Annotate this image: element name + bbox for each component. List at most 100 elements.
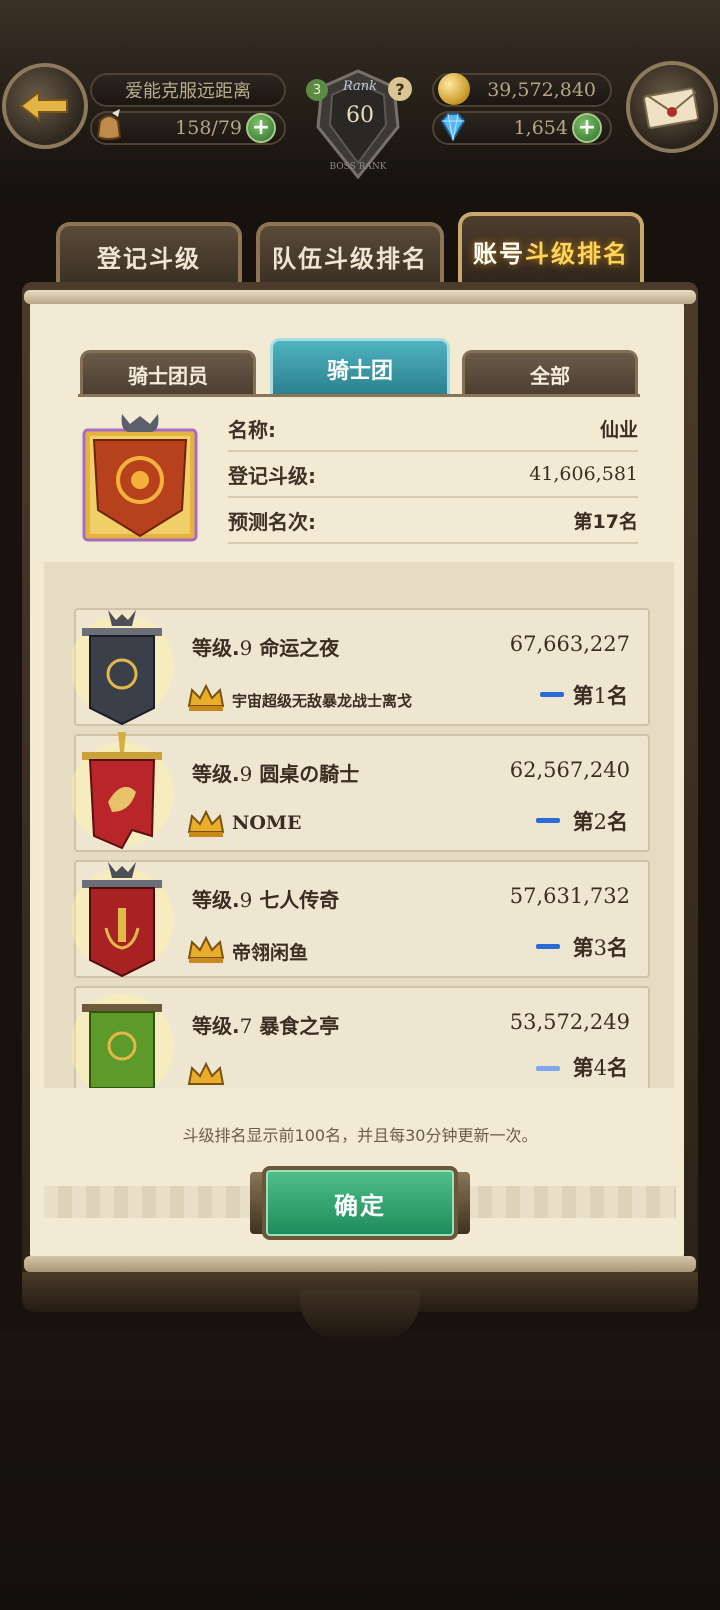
subtab-knights[interactable]: 骑士团: [270, 338, 450, 396]
guild-leader: NOME: [232, 812, 302, 834]
tab-account-ranking[interactable]: 账号 斗级排名: [458, 212, 644, 286]
rank-suffix: 名: [607, 810, 628, 834]
panel-bottom-ornament: [300, 1290, 420, 1340]
subtab-label: 骑士团: [326, 358, 393, 384]
level-prefix: 等级.: [192, 1014, 240, 1038]
bottom-background: [0, 1330, 720, 1610]
guild-rank-value: 第17名: [573, 510, 638, 533]
top-bar: 爱能克服远距离 158/79 + BOSS RANK Rank 60 3 ? 3…: [0, 55, 720, 180]
crown-icon: [187, 935, 225, 963]
guild-emblem-icon: [82, 414, 198, 542]
guild-banner-icon: [72, 610, 174, 726]
subtab-label: 全部: [530, 364, 570, 388]
help-icon[interactable]: ?: [388, 77, 412, 101]
ranking-row-3[interactable]: 等级.9 七人传奇 57,631,732 帝翎闲鱼 第3名: [72, 860, 650, 978]
scroll-rod-top: [24, 290, 696, 304]
level-prefix: 等级.: [192, 888, 240, 912]
rank-number: 2: [593, 810, 607, 834]
level-number: 7: [239, 1014, 253, 1038]
guild-banner-icon: [72, 862, 174, 978]
rank-number: 4: [593, 1056, 607, 1080]
guild-score: 67,663,227: [509, 632, 630, 656]
guild-level-label: 登记斗级:: [228, 463, 316, 488]
crown-icon: [187, 1061, 225, 1085]
guild-name: 圆桌の騎士: [259, 762, 360, 786]
guild-name-row: 名称: 仙业: [228, 406, 638, 452]
add-stamina-button[interactable]: +: [246, 113, 276, 143]
guild-level-name: 等级.9 命运之夜: [192, 632, 339, 661]
guild-level-name: 等级.7 暴食之亭: [192, 1010, 339, 1039]
guild-level-row: 登记斗级: 41,606,581: [228, 452, 638, 498]
back-button[interactable]: [2, 63, 88, 149]
guild-score: 62,567,240: [509, 758, 630, 782]
level-prefix: 等级.: [192, 762, 240, 786]
gold-coin-icon: [438, 73, 470, 105]
rank-prefix: 第: [572, 936, 594, 960]
ranking-row-1[interactable]: 等级.9 命运之夜 67,663,227 宇宙超级无敌暴龙战士离戈 第1名: [72, 608, 650, 726]
tab-team-ranking[interactable]: 队伍斗级排名: [256, 222, 444, 286]
crown-icon: [187, 809, 225, 837]
rank-suffix: 名: [607, 936, 628, 960]
scroll-rod-bottom: [24, 1256, 696, 1272]
guild-score: 53,572,249: [509, 1010, 630, 1034]
guild-score: 57,631,732: [509, 884, 630, 908]
add-gems-button[interactable]: +: [572, 113, 602, 143]
guild-rank-row: 预测名次: 第17名: [228, 498, 638, 544]
rank-change-indicator: [536, 1066, 560, 1071]
rank-change-indicator: [536, 818, 560, 823]
guild-name-value: 仙业: [599, 418, 638, 441]
ranking-row-2[interactable]: 等级.9 圆桌の騎士 62,567,240 NOME 第2名: [72, 732, 650, 852]
rank-prefix: 第: [572, 684, 594, 708]
level-number: 9: [239, 762, 253, 786]
rank-level: 60: [346, 103, 374, 128]
rank-change-indicator: [540, 692, 564, 697]
stamina-icon: [96, 109, 122, 140]
guild-rank: 第3名: [573, 932, 628, 962]
ranking-row-4[interactable]: 等级.7 暴食之亭 53,572,249 第4名: [72, 986, 650, 1088]
rank-change-indicator: [536, 944, 560, 949]
guild-leader: 帝翎闲鱼: [232, 942, 309, 964]
tab-register-level[interactable]: 登记斗级: [56, 222, 242, 286]
tab-label-part2: 斗级排名: [525, 239, 629, 268]
guild-rank: 第2名: [573, 806, 628, 836]
rank-prefix: 第: [572, 1056, 594, 1080]
tab-label: 队伍斗级排名: [272, 244, 428, 273]
notification-badge: 3: [306, 79, 328, 101]
banner-shape: [89, 1011, 155, 1088]
level-number: 9: [239, 636, 253, 660]
subtab-all[interactable]: 全部: [462, 350, 638, 396]
mail-button[interactable]: [626, 61, 718, 153]
level-number: 9: [239, 888, 253, 912]
back-arrow-icon: [19, 89, 68, 123]
guild-name: 命运之夜: [259, 636, 340, 660]
guild-level-name: 等级.9 圆桌の騎士: [192, 758, 359, 787]
crown-icon: [187, 683, 225, 711]
gem-icon: [440, 113, 466, 142]
guild-banner-icon: [72, 994, 174, 1088]
confirm-button[interactable]: 确定: [262, 1166, 458, 1240]
ranking-note: 斗级排名显示前100名，并且每30分钟更新一次。: [182, 1126, 538, 1145]
mail-icon: [643, 87, 699, 129]
tab-label-part1: 账号: [473, 239, 525, 268]
guild-level-value: 41,606,581: [529, 463, 638, 485]
tab-label: 登记斗级: [97, 244, 201, 273]
guild-level-name: 等级.9 七人传奇: [192, 884, 339, 913]
subtab-knight-members[interactable]: 骑士团员: [80, 350, 256, 396]
subtab-divider: [78, 394, 640, 397]
rank-suffix: 名: [607, 684, 628, 708]
guild-rank-label: 预测名次:: [228, 509, 316, 534]
player-name: 爱能克服远距离: [90, 73, 286, 107]
rank-suffix: 名: [607, 1056, 628, 1080]
guild-rank: 第1名: [573, 680, 628, 710]
ranking-list[interactable]: 等级.9 命运之夜 67,663,227 宇宙超级无敌暴龙战士离戈 第1名 等级…: [44, 562, 674, 1088]
guild-leader: 宇宙超级无敌暴龙战士离戈: [232, 692, 413, 710]
guild-rank: 第4名: [573, 1052, 628, 1082]
guild-banner-icon: [72, 732, 174, 850]
guild-name: 暴食之亭: [259, 1014, 340, 1038]
guild-name-label: 名称:: [228, 417, 276, 442]
subtab-label: 骑士团员: [128, 364, 208, 388]
rank-number: 3: [593, 936, 607, 960]
svg-text:BOSS RANK: BOSS RANK: [329, 162, 386, 172]
rank-number: 1: [593, 684, 607, 708]
guild-name: 七人传奇: [259, 888, 340, 912]
